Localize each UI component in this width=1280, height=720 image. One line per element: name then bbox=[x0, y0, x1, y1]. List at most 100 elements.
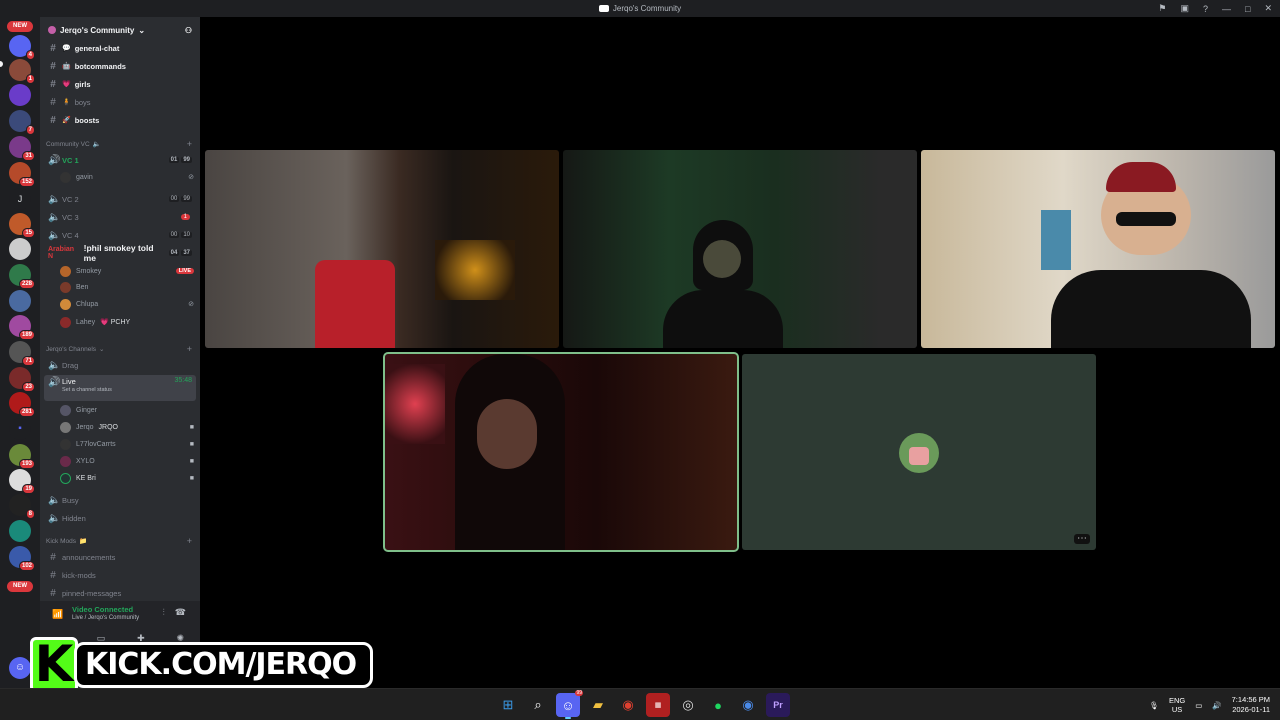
voice-status[interactable]: Video Connected bbox=[72, 605, 133, 614]
server-icon[interactable]: 102 bbox=[9, 546, 35, 571]
folder-icon[interactable]: ▪ bbox=[9, 418, 31, 440]
voice-channel-hidden[interactable]: 🔈 Hidden bbox=[44, 510, 196, 526]
video-tile-avatar[interactable]: ⋯ bbox=[742, 354, 1096, 550]
pink-light bbox=[385, 364, 445, 444]
server-icon[interactable]: 152 bbox=[9, 162, 35, 187]
voice-channel-vc3[interactable]: 🔈 VC 3 1 bbox=[44, 209, 196, 225]
kick-url: KICK.COM/JERQO bbox=[74, 642, 374, 688]
voice-channel-phil[interactable]: Arabian N !phil smokey told me 04 37 bbox=[44, 243, 196, 263]
server-icon[interactable]: 228 bbox=[9, 264, 35, 289]
city-lights bbox=[435, 240, 515, 300]
channel-boosts[interactable]: # 🚀 boosts bbox=[44, 112, 196, 128]
discord-mini-icon bbox=[598, 5, 609, 12]
help-icon[interactable]: ? bbox=[1203, 4, 1208, 14]
spotify-icon[interactable]: ● bbox=[706, 693, 730, 717]
voice-user-ginger[interactable]: Ginger bbox=[60, 402, 194, 418]
server-icon[interactable]: 19 bbox=[9, 469, 35, 494]
voice-user-smokey[interactable]: Smokey LIVE bbox=[60, 263, 194, 279]
server-icon[interactable]: 189 bbox=[9, 315, 35, 340]
server-icon[interactable]: 1 bbox=[9, 59, 35, 84]
display-icon[interactable]: ▭ bbox=[1195, 701, 1202, 710]
channel-announcements[interactable]: # announcements bbox=[44, 549, 196, 565]
obs-icon[interactable]: ◎ bbox=[676, 693, 700, 717]
premiere-icon[interactable]: Pr bbox=[766, 693, 790, 717]
maximize-button[interactable]: □ bbox=[1245, 4, 1250, 14]
video-tile[interactable] bbox=[205, 150, 559, 348]
voice-channel-live[interactable]: 🔊 Live Set a channel status 35:48 bbox=[44, 375, 196, 401]
chrome-icon[interactable]: ◉ bbox=[616, 693, 640, 717]
voice-channel-vc2[interactable]: 🔈 VC 2 00 99 bbox=[44, 191, 196, 207]
user-count: 04 bbox=[168, 250, 180, 256]
voice-user-l77lovcarrts[interactable]: L77lovCarrts ■ bbox=[60, 436, 194, 452]
channel-botcommands[interactable]: # 🤖 botcommands bbox=[44, 58, 196, 74]
server-icon[interactable]: 281 bbox=[9, 392, 35, 417]
server-icon[interactable]: 23 bbox=[9, 367, 35, 392]
channel-boys[interactable]: # 🧍 boys bbox=[44, 94, 196, 110]
channel-label: girls bbox=[74, 79, 91, 89]
add-channel-icon[interactable]: + bbox=[187, 344, 192, 354]
category-jerqos-channels[interactable]: Jerqo's Channels ⌄ + bbox=[46, 343, 196, 355]
server-icon[interactable]: 7 bbox=[9, 110, 35, 135]
discord-icon[interactable]: ☺ 99 bbox=[556, 690, 583, 719]
more-options-icon[interactable]: ⋯ bbox=[1074, 534, 1090, 544]
disconnect-icon[interactable]: ☎ bbox=[175, 607, 186, 618]
noise-suppression-icon[interactable]: ⫶ bbox=[163, 607, 165, 618]
server-icon[interactable]: 193 bbox=[9, 444, 35, 469]
file-explorer-icon[interactable]: ▰ bbox=[586, 693, 610, 717]
voice-user-xylo[interactable]: XYLO ■ bbox=[60, 453, 194, 469]
server-icon-j[interactable]: J bbox=[9, 188, 31, 210]
voice-user-chlupa[interactable]: Chlupa ⊘ bbox=[60, 296, 194, 312]
voice-user-gavin[interactable]: gavin ⊘ bbox=[60, 169, 194, 185]
channel-general-chat[interactable]: # 💬 general-chat bbox=[44, 40, 196, 56]
server-icon[interactable] bbox=[9, 84, 31, 106]
voice-location[interactable]: Live / Jerqo's Community bbox=[72, 615, 139, 621]
avatar bbox=[60, 298, 71, 310]
voice-user-jerqo[interactable]: Jerqo JRQO ■ bbox=[60, 419, 194, 435]
start-icon[interactable]: ⊞ bbox=[496, 693, 520, 717]
server-icon[interactable]: 15 bbox=[9, 213, 35, 238]
voice-channel-vc1[interactable]: 🔊 VC 1 01 99 bbox=[44, 152, 196, 168]
channel-label: kick-mods bbox=[62, 570, 96, 580]
add-channel-icon[interactable]: + bbox=[187, 139, 192, 149]
channel-girls[interactable]: # 💗 girls bbox=[44, 76, 196, 92]
server-icon[interactable] bbox=[9, 520, 31, 542]
video-tile[interactable] bbox=[921, 150, 1275, 348]
language-indicator[interactable]: ENG US bbox=[1169, 696, 1185, 714]
add-channel-icon[interactable]: + bbox=[187, 536, 192, 546]
speaker-icon: 🔊 bbox=[48, 377, 61, 388]
category-community-vc[interactable]: Community VC 🔈 + bbox=[46, 138, 196, 150]
channel-pinned-messages[interactable]: # pinned-messages bbox=[44, 585, 196, 601]
server-icon[interactable]: 31 bbox=[9, 136, 35, 161]
search-icon[interactable]: ⌕ bbox=[526, 693, 550, 717]
close-button[interactable]: ✕ bbox=[1264, 3, 1272, 14]
chrome-profile-icon[interactable]: ◉ bbox=[736, 693, 760, 717]
app-icon[interactable]: ▦ bbox=[646, 693, 670, 717]
server-icon[interactable]: 4 bbox=[9, 35, 35, 60]
voice-user-ben[interactable]: Ben bbox=[60, 279, 194, 295]
minimize-button[interactable]: — bbox=[1222, 4, 1231, 14]
volume-icon[interactable]: 🔊 bbox=[1212, 701, 1221, 710]
channel-label: botcommands bbox=[74, 61, 126, 71]
muted-icon: ⊘ bbox=[188, 301, 194, 308]
voice-user-lahey[interactable]: Lahey 💗 PCHY bbox=[60, 314, 194, 330]
video-tile-speaking[interactable] bbox=[383, 352, 739, 552]
lang-bottom: US bbox=[1171, 705, 1183, 714]
microphone-icon[interactable]: 🎙 bbox=[1149, 701, 1159, 710]
inbox-icon[interactable]: ▣ bbox=[1180, 3, 1189, 14]
voice-channel-drag[interactable]: 🔈 Drag bbox=[44, 357, 196, 373]
voice-user-ke[interactable]: KE Bri ■ bbox=[60, 470, 194, 486]
flag-icon[interactable]: ⚑ bbox=[1158, 3, 1166, 14]
server-icon[interactable]: 8 bbox=[9, 494, 35, 519]
add-member-icon[interactable]: ⚇ bbox=[185, 26, 192, 35]
server-icon[interactable] bbox=[9, 290, 31, 312]
server-icon[interactable]: 71 bbox=[9, 341, 35, 366]
discord-home-icon[interactable]: ☺ bbox=[9, 657, 31, 679]
channel-kick-mods[interactable]: # kick-mods bbox=[44, 567, 196, 583]
video-tile[interactable] bbox=[563, 150, 917, 348]
channel-status[interactable]: Set a channel status bbox=[62, 387, 112, 393]
voice-channel-busy[interactable]: 🔈 Busy bbox=[44, 492, 196, 508]
voice-channel-vc4[interactable]: 🔈 VC 4 00 10 bbox=[44, 227, 196, 243]
category-kick-mods[interactable]: Kick Mods 📁 + bbox=[46, 535, 196, 547]
clock[interactable]: 7:14:56 PM 2026-01-11 bbox=[1232, 695, 1270, 715]
server-icon[interactable] bbox=[9, 238, 31, 260]
